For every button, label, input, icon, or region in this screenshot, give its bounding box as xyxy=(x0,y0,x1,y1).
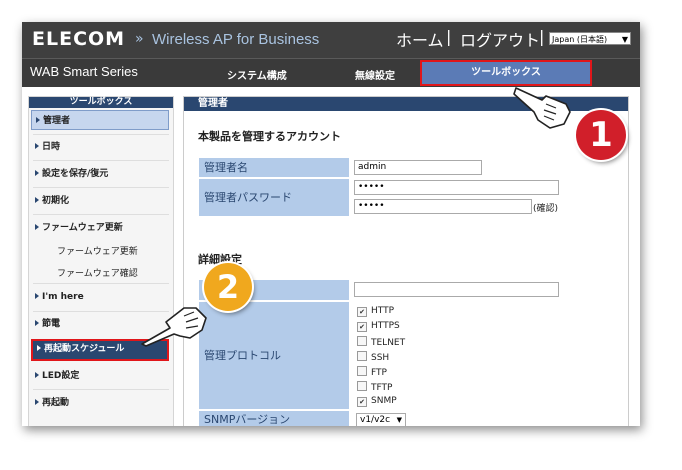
sidebar-item-label: 再起動スケジュール xyxy=(44,344,125,354)
pointing-hand-icon xyxy=(141,307,207,347)
elecom-logo: ELECOM xyxy=(32,28,126,50)
sidebar-item-label: LED設定 xyxy=(42,371,80,381)
home-link[interactable]: ホーム xyxy=(396,27,444,51)
chevron-right-icon: » xyxy=(135,31,144,47)
snmp-version-value: v1/v2c xyxy=(360,415,391,425)
nav-wireless-settings[interactable]: 無線設定 xyxy=(355,67,395,82)
protocol-snmp-checkbox[interactable]: ✔ SNMP xyxy=(357,396,397,407)
check-icon: ✔ xyxy=(357,307,367,317)
triangle-icon xyxy=(35,399,39,405)
sidebar-item-label: 初期化 xyxy=(42,196,70,206)
sidebar-item-label: 節電 xyxy=(42,319,61,329)
sidebar-title: ツールボックス xyxy=(29,97,173,108)
sidebar-item-save-restore[interactable]: 設定を保存/復元 xyxy=(31,164,169,184)
dropdown-arrow-icon: ▼ xyxy=(621,35,628,44)
callout-badge-1: 1 xyxy=(576,110,626,160)
sidebar-item-datetime[interactable]: 日時 xyxy=(31,137,169,157)
admin-name-input[interactable]: admin xyxy=(354,160,482,175)
sidebar-item-label: 日時 xyxy=(42,142,61,152)
checkbox-label: TFTP xyxy=(371,383,393,393)
checkbox-box xyxy=(357,336,367,346)
account-section-title: 本製品を管理するアカウント xyxy=(198,130,341,143)
protocol-ftp-checkbox[interactable]: FTP xyxy=(357,366,387,378)
series-title: WAB Smart Series xyxy=(30,64,138,79)
sidebar-subitem-firmware-update[interactable]: ファームウェア更新 xyxy=(57,244,138,257)
divider xyxy=(33,283,169,284)
sidebar-item-reboot[interactable]: 再起動 xyxy=(31,393,169,413)
admin-password-input[interactable]: ••••• xyxy=(354,180,559,195)
sidebar-item-label: 管理者 xyxy=(43,116,71,126)
checkbox-label: TELNET xyxy=(371,338,406,348)
triangle-icon xyxy=(35,293,39,299)
admin-name-label: 管理者名 xyxy=(199,158,349,177)
divider xyxy=(33,214,169,215)
checkbox-label: SSH xyxy=(371,353,390,363)
protocol-http-checkbox[interactable]: ✔ HTTP xyxy=(357,306,394,317)
sidebar: ツールボックス 管理者 日時 設定を保存/復元 初期化 ファームウェア更新 ファ… xyxy=(28,96,174,426)
checkbox-label: SNMP xyxy=(371,396,397,406)
language-value: Japan (日本語) xyxy=(552,35,608,44)
management-protocol-label: 管理プロトコル xyxy=(199,302,349,409)
sidebar-item-label: ファームウェア更新 xyxy=(42,223,123,233)
nav-system-config[interactable]: システム構成 xyxy=(227,67,287,82)
top-header: ELECOM » Wireless AP for Business ホーム | … xyxy=(22,22,640,58)
triangle-icon xyxy=(37,345,41,351)
divider xyxy=(33,187,169,188)
checkbox-label: HTTPS xyxy=(371,321,400,331)
language-select[interactable]: Japan (日本語) ▼ xyxy=(549,32,631,45)
triangle-icon xyxy=(35,224,39,230)
check-icon: ✔ xyxy=(357,322,367,332)
checkbox-label: HTTP xyxy=(371,306,395,316)
logout-link[interactable]: ログアウト xyxy=(460,27,540,51)
triangle-icon xyxy=(35,197,39,203)
snmp-version-label: SNMPバージョン xyxy=(199,411,349,426)
protocol-telnet-checkbox[interactable]: TELNET xyxy=(357,336,405,348)
sidebar-item-label: I'm here xyxy=(42,292,84,302)
protocol-https-checkbox[interactable]: ✔ HTTPS xyxy=(357,321,400,332)
admin-password-confirm-input[interactable]: ••••• xyxy=(354,199,532,214)
sidebar-subitem-firmware-check[interactable]: ファームウェア確認 xyxy=(57,266,138,279)
checkbox-label: FTP xyxy=(371,368,387,378)
snmp-version-select[interactable]: v1/v2c ▼ xyxy=(356,413,406,426)
triangle-icon xyxy=(35,320,39,326)
sidebar-item-admin[interactable]: 管理者 xyxy=(31,110,169,130)
checkbox-box xyxy=(357,381,367,391)
header-divider: | xyxy=(446,27,452,46)
product-title: Wireless AP for Business xyxy=(152,31,320,48)
protocol-ssh-checkbox[interactable]: SSH xyxy=(357,351,389,363)
checkbox-box xyxy=(357,366,367,376)
confirm-label: (確認) xyxy=(533,204,559,214)
check-icon: ✔ xyxy=(357,397,367,407)
callout-badge-2: 2 xyxy=(204,263,252,311)
pointing-hand-icon xyxy=(513,87,571,129)
sidebar-item-reset[interactable]: 初期化 xyxy=(31,191,169,211)
triangle-icon xyxy=(36,117,40,123)
sidebar-item-led[interactable]: LED設定 xyxy=(31,366,169,386)
dropdown-arrow-icon: ▼ xyxy=(396,416,402,424)
divider xyxy=(33,134,169,135)
sidebar-item-firmware[interactable]: ファームウェア更新 xyxy=(31,218,169,238)
divider xyxy=(33,389,169,390)
triangle-icon xyxy=(35,143,39,149)
content-panel: 管理者 本製品を管理するアカウント 管理者名 admin 管理者パスワード ••… xyxy=(183,96,629,426)
triangle-icon xyxy=(35,170,39,176)
header-divider: | xyxy=(539,27,545,46)
checkbox-box xyxy=(357,351,367,361)
admin-password-label: 管理者パスワード xyxy=(199,179,349,216)
sidebar-item-label: 再起動 xyxy=(42,398,70,408)
divider xyxy=(33,160,169,161)
triangle-icon xyxy=(35,372,39,378)
sidebar-item-label: 設定を保存/復元 xyxy=(42,169,109,179)
detail-text-input[interactable] xyxy=(354,282,559,297)
protocol-tftp-checkbox[interactable]: TFTP xyxy=(357,381,392,393)
